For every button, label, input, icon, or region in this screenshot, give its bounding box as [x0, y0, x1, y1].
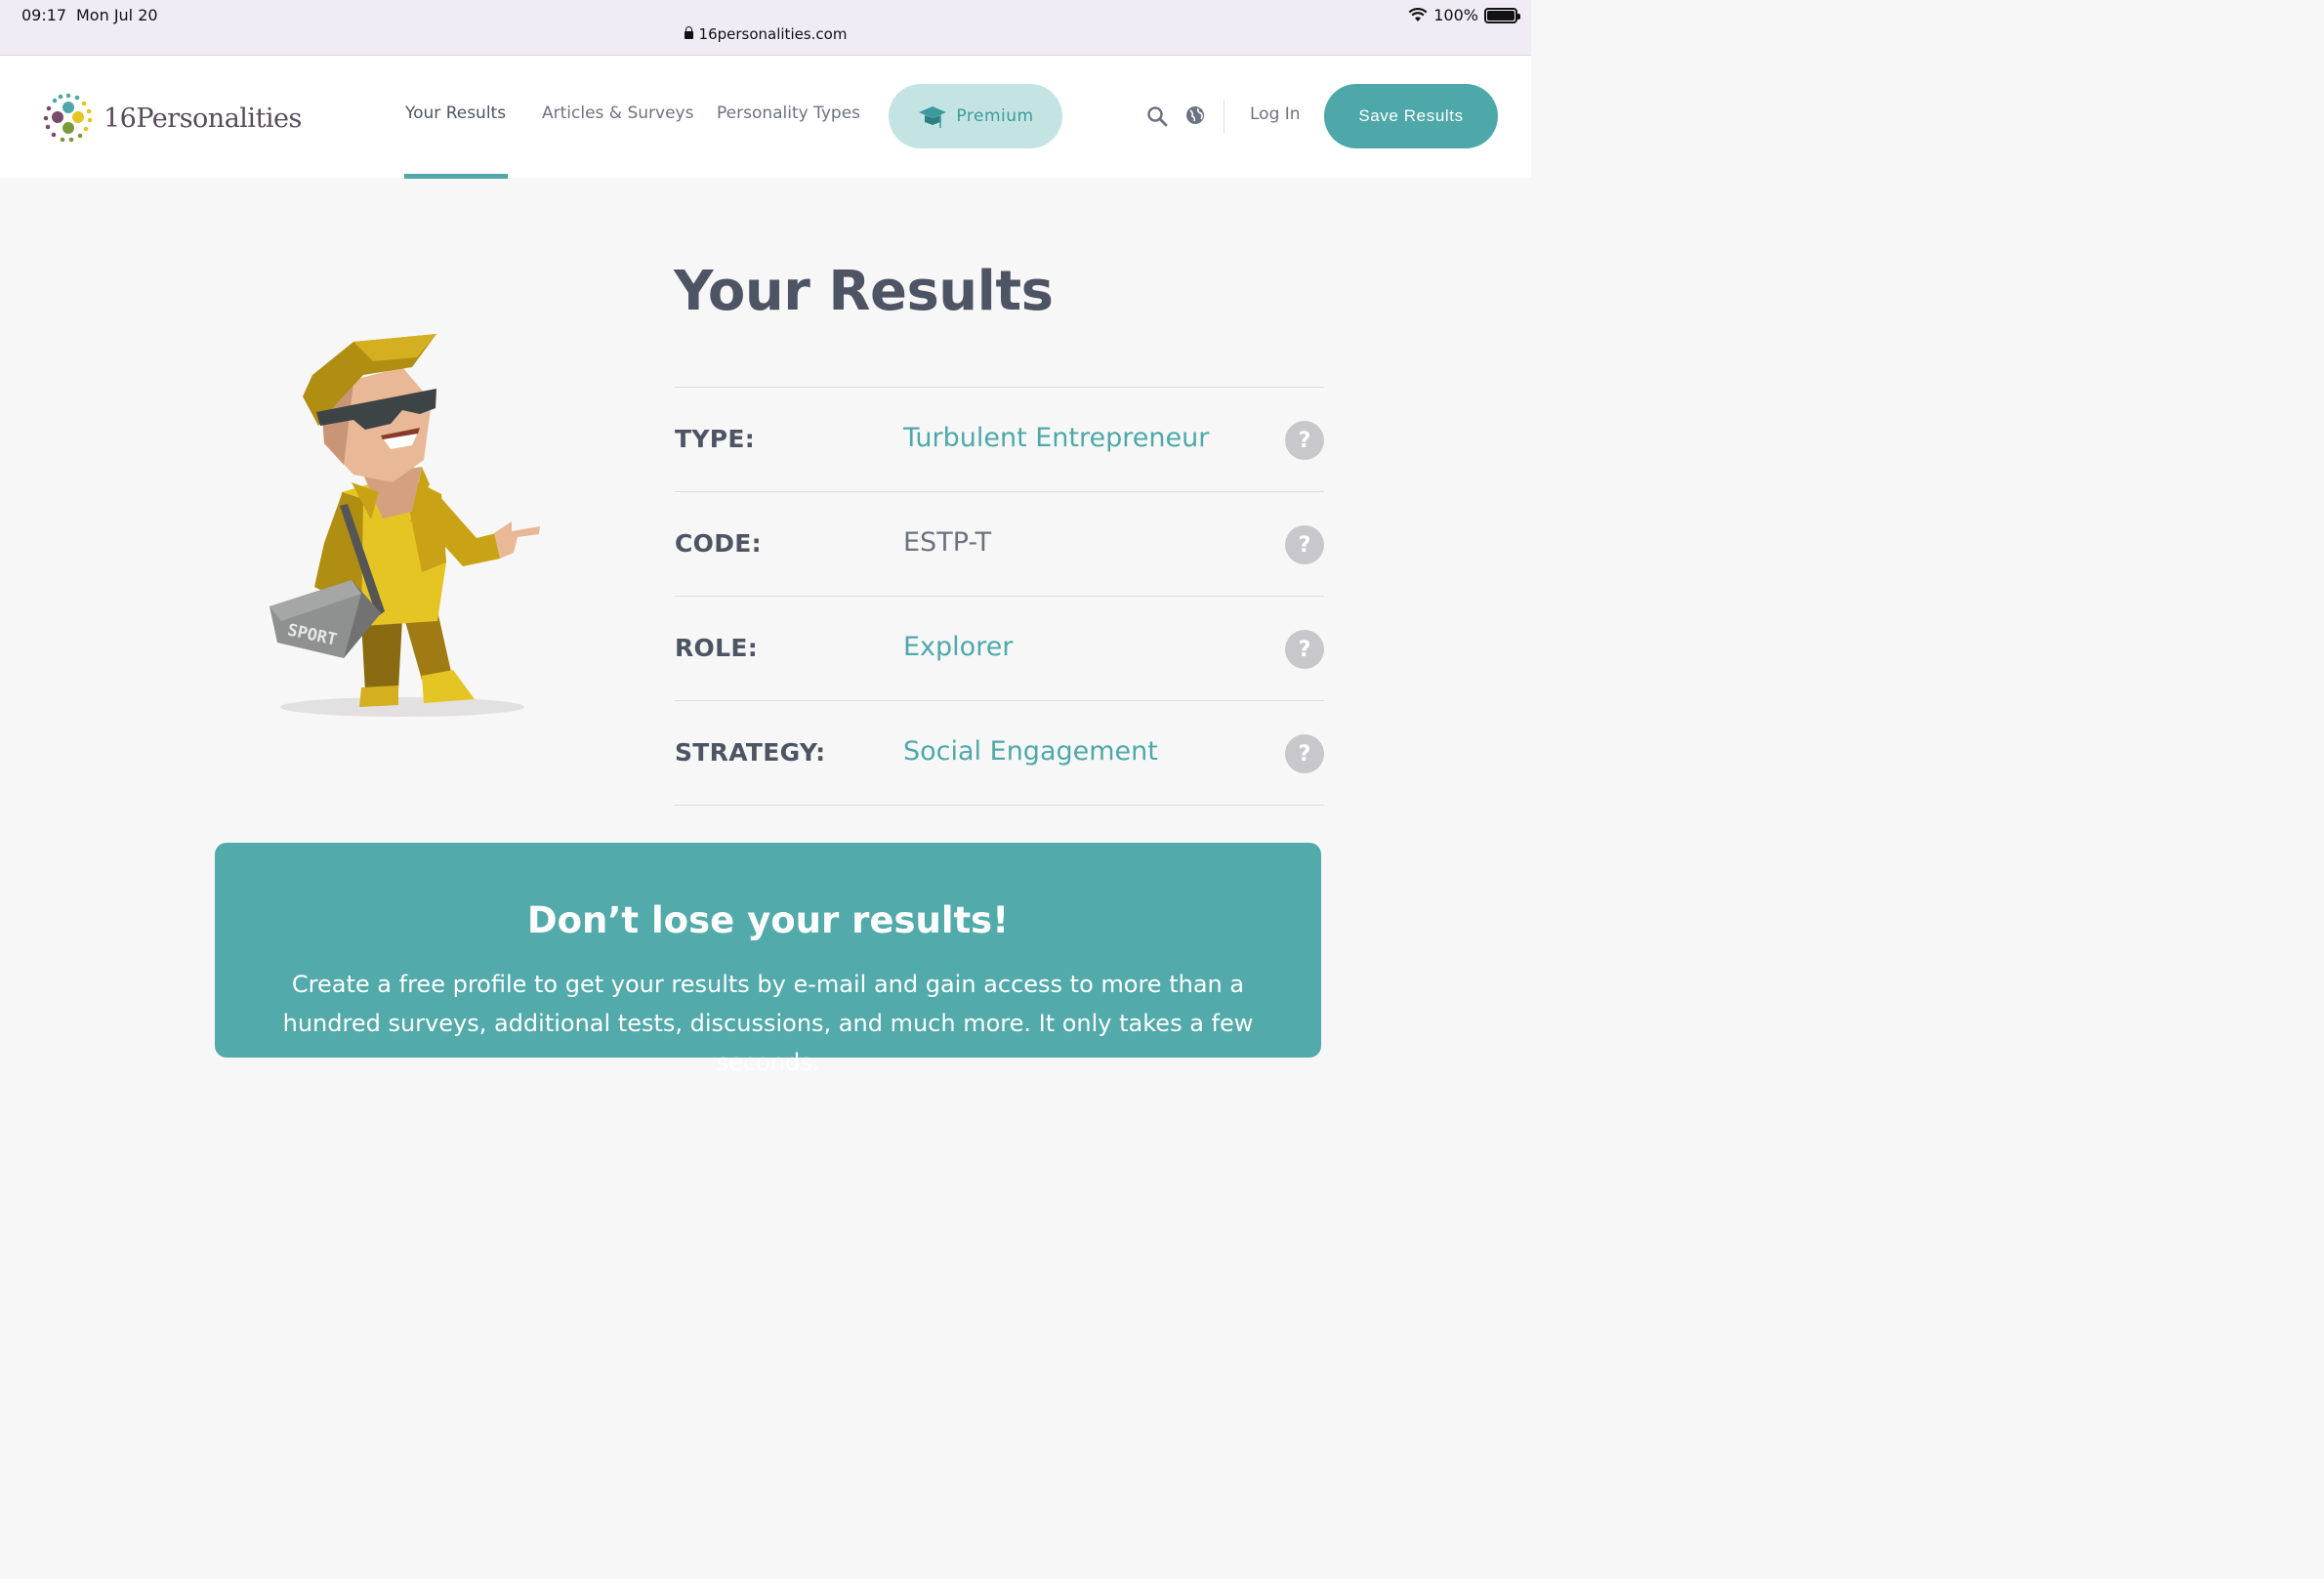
type-value-link[interactable]: Turbulent Entrepreneur [903, 423, 1209, 453]
status-icons: 100% [1408, 6, 1520, 24]
status-bar: 09:17 Mon Jul 20 100% 16personalities.co… [0, 0, 1531, 56]
address-bar[interactable]: 16personalities.com [0, 25, 1531, 43]
nav-personality-types[interactable]: Personality Types [717, 104, 860, 123]
battery-icon [1484, 7, 1520, 23]
globe-icon[interactable] [1184, 104, 1208, 128]
strategy-value-link[interactable]: Social Engagement [903, 736, 1158, 767]
entrepreneur-character-illustration: SPORT [270, 334, 540, 717]
nav-articles-surveys[interactable]: Articles & Surveys [542, 104, 693, 123]
logo-text: 16Personalities [104, 103, 302, 134]
help-icon[interactable]: ? [1285, 421, 1324, 460]
clock: 09:17 [21, 6, 67, 24]
row-label: CODE: [675, 529, 762, 558]
active-nav-indicator [404, 174, 508, 179]
result-row-strategy: STRATEGY: Social Engagement ? [675, 701, 1324, 806]
wifi-icon [1408, 8, 1428, 21]
help-icon[interactable]: ? [1285, 525, 1324, 564]
role-value-link[interactable]: Explorer [903, 632, 1013, 662]
url-text: 16personalities.com [698, 25, 848, 43]
result-row-type: TYPE: Turbulent Entrepreneur ? [675, 388, 1324, 492]
save-results-banner: Don’t lose your results! Create a free p… [215, 843, 1321, 1076]
row-label: ROLE: [675, 634, 759, 662]
banner-title: Don’t lose your results! [526, 899, 1010, 941]
premium-label: Premium [956, 106, 1034, 126]
graduation-cap-icon [919, 106, 947, 128]
lock-icon [684, 26, 693, 39]
battery-percent: 100% [1433, 6, 1478, 24]
logo-dots-icon [43, 93, 93, 143]
search-icon[interactable] [1145, 104, 1169, 128]
row-label: TYPE: [675, 425, 756, 453]
help-icon[interactable]: ? [1285, 734, 1324, 773]
row-label: STRATEGY: [675, 738, 826, 767]
result-row-role: ROLE: Explorer ? [675, 597, 1324, 701]
date: Mon Jul 20 [76, 6, 158, 24]
login-link[interactable]: Log In [1250, 104, 1301, 124]
code-value: ESTP-T [903, 527, 992, 558]
result-row-code: CODE: ESTP-T ? [675, 492, 1324, 597]
site-header: 16Personalities Your Results Articles & … [0, 56, 1531, 179]
nav-your-results[interactable]: Your Results [405, 104, 506, 123]
save-results-button[interactable]: Save Results [1324, 84, 1498, 148]
page-title: Your Results [674, 260, 1054, 323]
premium-button[interactable]: Premium [889, 84, 1062, 148]
banner-text: Create a free profile to get your result… [282, 971, 1254, 1076]
results-table: TYPE: Turbulent Entrepreneur ? CODE: EST… [675, 387, 1324, 806]
logo[interactable]: 16Personalities [41, 91, 302, 145]
help-icon[interactable]: ? [1285, 630, 1324, 669]
